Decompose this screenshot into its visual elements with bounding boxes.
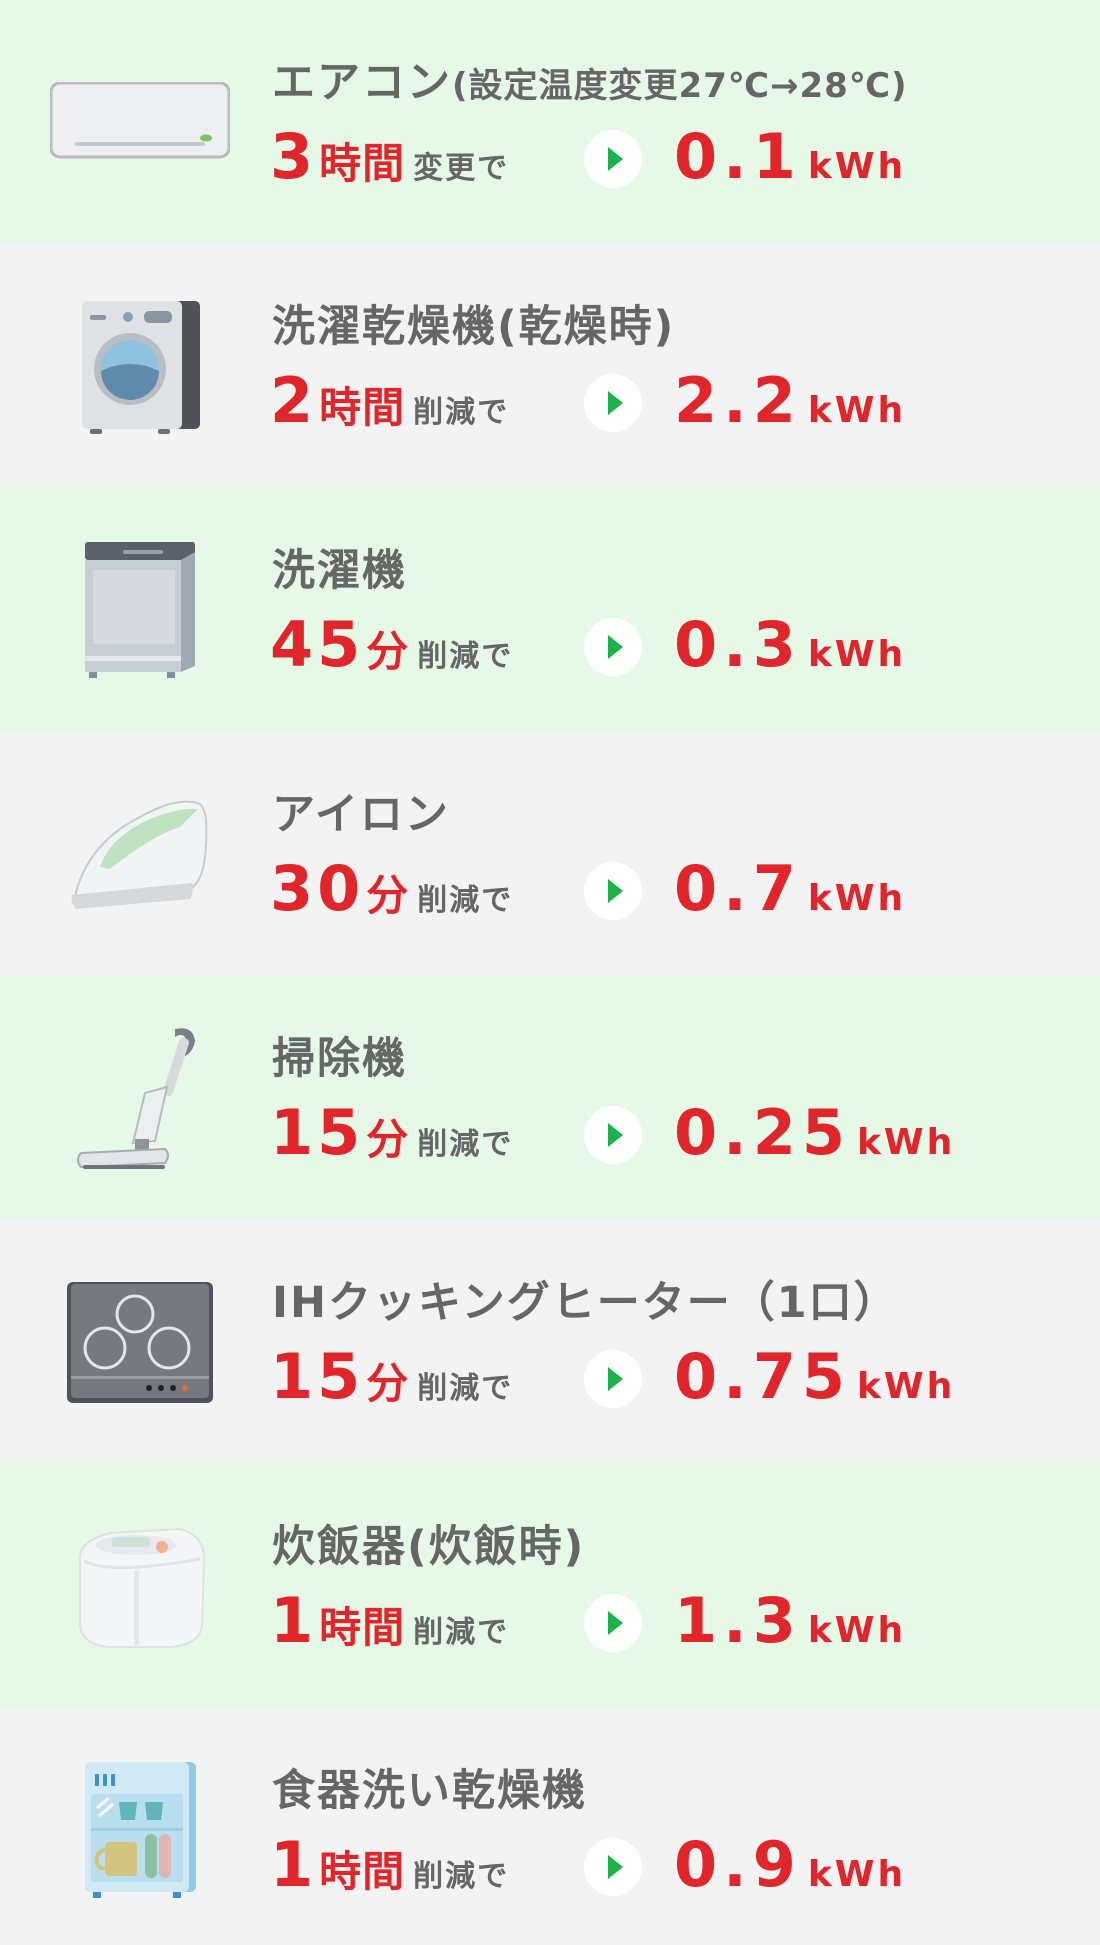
energy-value: 2.2 xyxy=(674,364,802,437)
play-arrow-icon xyxy=(584,1838,642,1896)
washer-dryer-icon xyxy=(50,286,230,446)
energy-unit: kWh xyxy=(807,1854,907,1895)
savings-line: 1 時間 削減で 1.3 kWh xyxy=(270,1584,1070,1664)
time-unit: 時間 xyxy=(319,383,406,432)
play-arrow-icon xyxy=(584,618,642,676)
action-label: 削減で xyxy=(417,1371,514,1406)
play-arrow-icon xyxy=(584,862,642,920)
savings-line: 15 分 削減で 0.25 kWh xyxy=(270,1096,1070,1176)
energy-result: 0.75 kWh xyxy=(674,1340,955,1413)
time-value: 1 xyxy=(270,1828,318,1901)
time-value: 1 xyxy=(270,1584,318,1657)
time-amount: 1 時間 削減で xyxy=(270,1828,509,1901)
time-unit: 時間 xyxy=(319,139,406,188)
energy-value: 0.75 xyxy=(674,1340,851,1413)
list-item: 洗濯機 45 分 削減で 0.3 kWh xyxy=(0,488,1100,732)
time-value: 15 xyxy=(270,1096,365,1169)
energy-value: 0.25 xyxy=(674,1096,851,1169)
time-unit: 分 xyxy=(366,1115,410,1164)
savings-line: 15 分 削減で 0.75 kWh xyxy=(270,1340,1070,1420)
savings-line: 2 時間 削減で 2.2 kWh xyxy=(270,364,1070,444)
time-unit: 分 xyxy=(366,1359,410,1408)
time-value: 2 xyxy=(270,364,318,437)
appliance-name: 掃除機 xyxy=(272,1034,407,1084)
energy-unit: kWh xyxy=(807,146,907,187)
energy-unit: kWh xyxy=(807,634,907,675)
rice-cooker-icon xyxy=(50,1506,230,1666)
action-label: 削減で xyxy=(413,395,510,430)
list-item: IHクッキングヒーター（1口） 15 分 削減で 0.75 kWh xyxy=(0,1220,1100,1464)
vacuum-cleaner-icon xyxy=(50,1018,230,1178)
time-unit: 分 xyxy=(366,871,410,920)
energy-value: 0.1 xyxy=(674,120,802,193)
list-item: アイロン 30 分 削減で 0.7 kWh xyxy=(0,732,1100,976)
time-value: 15 xyxy=(270,1340,365,1413)
savings-line: 1 時間 削減で 0.9 kWh xyxy=(270,1828,1070,1908)
time-amount: 1 時間 削減で xyxy=(270,1584,509,1657)
energy-unit: kWh xyxy=(807,878,907,919)
dish-dryer-icon xyxy=(50,1750,230,1910)
time-amount: 30 分 削減で xyxy=(270,852,513,925)
action-label: 変更で xyxy=(413,151,510,186)
play-arrow-icon xyxy=(584,1106,642,1164)
list-item: 掃除機 15 分 削減で 0.25 kWh xyxy=(0,976,1100,1220)
action-label: 削減で xyxy=(417,639,514,674)
appliance-name: 洗濯機 xyxy=(272,546,407,596)
energy-result: 2.2 kWh xyxy=(674,364,906,437)
energy-result: 0.1 kWh xyxy=(674,120,906,193)
time-unit: 時間 xyxy=(319,1847,406,1896)
energy-result: 1.3 kWh xyxy=(674,1584,906,1657)
energy-result: 0.9 kWh xyxy=(674,1828,906,1901)
time-amount: 3 時間 変更で xyxy=(270,120,509,193)
action-label: 削減で xyxy=(413,1615,510,1650)
time-unit: 時間 xyxy=(319,1603,406,1652)
list-item: 炊飯器(炊飯時) 1 時間 削減で 1.3 kWh xyxy=(0,1464,1100,1708)
savings-line: 45 分 削減で 0.3 kWh xyxy=(270,608,1070,688)
list-item: エアコン(設定温度変更27℃→28℃) 3 時間 変更で 0.1 kWh xyxy=(0,0,1100,244)
energy-unit: kWh xyxy=(807,1610,907,1651)
time-value: 45 xyxy=(270,608,365,681)
time-unit: 分 xyxy=(366,627,410,676)
appliance-name: 食器洗い乾燥機 xyxy=(272,1766,587,1816)
list-item: 洗濯乾燥機(乾燥時) 2 時間 削減で 2.2 kWh xyxy=(0,244,1100,488)
appliance-name: 洗濯乾燥機(乾燥時) xyxy=(272,302,676,352)
energy-result: 0.25 kWh xyxy=(674,1096,955,1169)
savings-line: 30 分 削減で 0.7 kWh xyxy=(270,852,1070,932)
energy-value: 0.7 xyxy=(674,852,802,925)
appliance-name: アイロン xyxy=(272,790,450,840)
action-label: 削減で xyxy=(413,1859,510,1894)
time-amount: 45 分 削減で xyxy=(270,608,513,681)
play-arrow-icon xyxy=(584,1350,642,1408)
appliance-name: IHクッキングヒーター（1口） xyxy=(272,1278,899,1328)
iron-icon xyxy=(50,774,230,934)
time-value: 30 xyxy=(270,852,365,925)
action-label: 削減で xyxy=(417,883,514,918)
play-arrow-icon xyxy=(584,374,642,432)
energy-unit: kWh xyxy=(856,1366,956,1407)
energy-unit: kWh xyxy=(807,390,907,431)
energy-result: 0.3 kWh xyxy=(674,608,906,681)
time-amount: 2 時間 削減で xyxy=(270,364,509,437)
list-item: 食器洗い乾燥機 1 時間 削減で 0.9 kWh xyxy=(0,1708,1100,1945)
energy-unit: kWh xyxy=(856,1122,956,1163)
time-value: 3 xyxy=(270,120,318,193)
savings-line: 3 時間 変更で 0.1 kWh xyxy=(270,120,1070,200)
play-arrow-icon xyxy=(584,130,642,188)
energy-value: 0.3 xyxy=(674,608,802,681)
energy-value: 1.3 xyxy=(674,1584,802,1657)
time-amount: 15 分 削減で xyxy=(270,1096,513,1169)
appliance-name: 炊飯器(炊飯時) xyxy=(272,1522,586,1572)
action-label: 削減で xyxy=(417,1127,514,1162)
ih-cooktop-icon xyxy=(50,1262,230,1422)
time-amount: 15 分 削減で xyxy=(270,1340,513,1413)
appliance-savings-list: エアコン(設定温度変更27℃→28℃) 3 時間 変更で 0.1 kWh 洗濯乾… xyxy=(0,0,1100,1945)
air-conditioner-icon xyxy=(50,42,230,202)
play-arrow-icon xyxy=(584,1594,642,1652)
energy-value: 0.9 xyxy=(674,1828,802,1901)
energy-result: 0.7 kWh xyxy=(674,852,906,925)
washing-machine-icon xyxy=(50,530,230,690)
appliance-name: エアコン(設定温度変更27℃→28℃) xyxy=(272,58,908,108)
